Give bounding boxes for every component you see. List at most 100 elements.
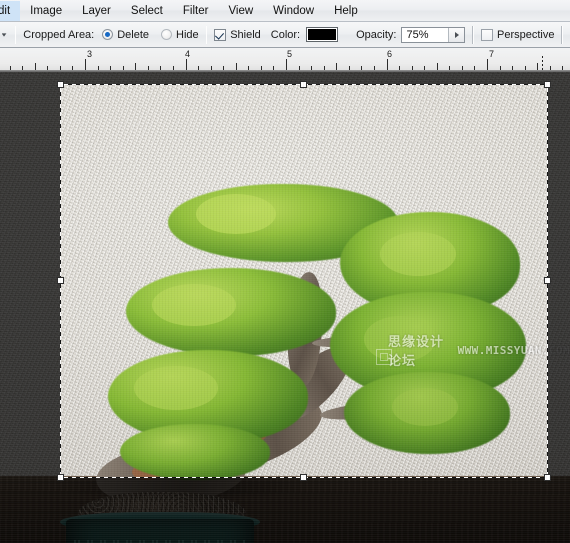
tool-preset-chevron-down-icon[interactable]: [2, 25, 7, 45]
foliage-detail-5: [134, 366, 218, 410]
ruler-tick: [273, 66, 274, 70]
bonsai-photograph: 思缘设计论坛 WWW.MISSYUAN.COM: [0, 72, 570, 543]
menu-image[interactable]: Image: [20, 1, 72, 21]
radio-hide-label: Hide: [176, 28, 199, 41]
radio-delete[interactable]: Delete: [102, 29, 149, 41]
ruler-tick: [349, 66, 350, 70]
menu-layer[interactable]: Layer: [72, 1, 121, 21]
ruler-tick: [60, 66, 61, 70]
ruler-tick: [474, 66, 475, 70]
radio-hide-indicator[interactable]: [161, 29, 173, 40]
menu-view[interactable]: View: [218, 1, 263, 21]
opacity-label: Opacity:: [356, 28, 397, 41]
checkbox-perspective-indicator[interactable]: [481, 28, 493, 41]
crop-handle-top-center[interactable]: [300, 81, 307, 88]
menu-help[interactable]: Help: [324, 1, 368, 21]
foliage-pad-bottom-left: [120, 424, 270, 480]
options-separator-2: [205, 25, 208, 44]
ruler-tick: [72, 66, 73, 70]
ruler-tick: [35, 63, 36, 70]
ruler-tick: [98, 66, 99, 70]
ruler-tick: [223, 66, 224, 70]
crop-handle-bottom-center[interactable]: [300, 474, 307, 481]
crop-handle-middle-left[interactable]: [57, 277, 64, 284]
ruler-tick: [123, 66, 124, 70]
options-separator-4: [561, 25, 564, 44]
options-separator-3: [472, 25, 474, 44]
ruler-tick: [487, 59, 488, 70]
menu-edit[interactable]: dit: [0, 0, 21, 21]
crop-handle-middle-right[interactable]: [544, 277, 551, 284]
ruler-tick: [236, 63, 237, 70]
ruler-label: 7: [489, 49, 495, 59]
watermark-stamp-icon: [376, 349, 392, 365]
ruler-tick: [22, 66, 23, 70]
ruler-tick: [261, 66, 262, 70]
ruler-tick: [198, 66, 199, 70]
ruler-tick: [286, 59, 287, 70]
tool-options-bar: Cropped Area: Delete Hide Shield Color: …: [0, 22, 570, 48]
crop-handle-top-right[interactable]: [544, 81, 551, 88]
ruler-tick: [412, 66, 413, 70]
document-canvas[interactable]: 思缘设计论坛 WWW.MISSYUAN.COM: [0, 72, 570, 543]
ruler-tick: [10, 66, 11, 70]
ruler-tick: [135, 63, 136, 70]
checkbox-perspective[interactable]: Perspective: [481, 28, 555, 41]
menu-filter[interactable]: Filter: [173, 1, 219, 21]
ruler-tick: [550, 66, 551, 70]
foliage-detail-3: [152, 284, 236, 326]
checkbox-shield-indicator[interactable]: [214, 28, 227, 41]
ruler-tick: [160, 66, 161, 70]
shield-color-swatch[interactable]: [306, 27, 339, 42]
crop-handle-top-left[interactable]: [57, 81, 64, 88]
checkbox-shield[interactable]: Shield: [214, 28, 261, 41]
horizontal-ruler[interactable]: 3 4 5 6 7: [0, 48, 570, 71]
menu-window[interactable]: Window: [263, 1, 324, 21]
ruler-tick: [311, 66, 312, 70]
foliage-detail-4: [364, 316, 436, 362]
ruler-tick: [387, 59, 388, 70]
foliage-detail-2: [380, 232, 456, 276]
ruler-label: 4: [185, 49, 191, 59]
opacity-dropdown-arrow-icon[interactable]: [448, 27, 465, 42]
photoshop-window: dit Image Layer Select Filter View Windo…: [0, 0, 570, 543]
ruler-tick: [525, 66, 526, 70]
radio-hide[interactable]: Hide: [161, 29, 199, 41]
ruler-tick: [437, 63, 438, 70]
ruler-tick: [148, 66, 149, 70]
crop-handle-bottom-left[interactable]: [57, 474, 64, 481]
ruler-tick: [336, 63, 337, 70]
ruler-tick: [211, 66, 212, 70]
color-label: Color:: [270, 28, 301, 41]
radio-delete-indicator[interactable]: [102, 29, 114, 40]
checkbox-perspective-label: Perspective: [497, 28, 555, 41]
ruler-tick: [324, 66, 325, 70]
ruler-position-marker: [542, 56, 543, 70]
checkbox-shield-label: Shield: [230, 28, 261, 41]
foliage-detail-1: [196, 194, 276, 234]
ruler-tick: [299, 66, 300, 70]
ruler-label: 5: [287, 49, 293, 59]
ruler-tick: [500, 66, 501, 70]
menu-bar: dit Image Layer Select Filter View Windo…: [0, 0, 570, 22]
opacity-field-group[interactable]: 75%: [401, 26, 466, 43]
ruler-tick: [374, 66, 375, 70]
ruler-tick: [449, 66, 450, 70]
ruler-tick: [562, 66, 563, 70]
ruler-tick: [361, 66, 362, 70]
ruler-tick: [47, 66, 48, 70]
ruler-tick: [399, 66, 400, 70]
ruler-tick: [110, 66, 111, 70]
radio-delete-label: Delete: [117, 28, 150, 41]
opacity-input[interactable]: 75%: [402, 27, 449, 42]
ruler-tick: [462, 66, 463, 70]
menu-select[interactable]: Select: [121, 1, 173, 21]
ruler-tick: [85, 59, 86, 70]
ruler-tick: [248, 66, 249, 70]
ruler-tick: [173, 66, 174, 70]
ruler-tick: [186, 59, 187, 70]
cropped-area-label: Cropped Area:: [23, 28, 95, 41]
crop-handle-bottom-right[interactable]: [544, 474, 551, 481]
ruler-tick: [537, 63, 538, 70]
options-separator-1: [14, 25, 17, 44]
